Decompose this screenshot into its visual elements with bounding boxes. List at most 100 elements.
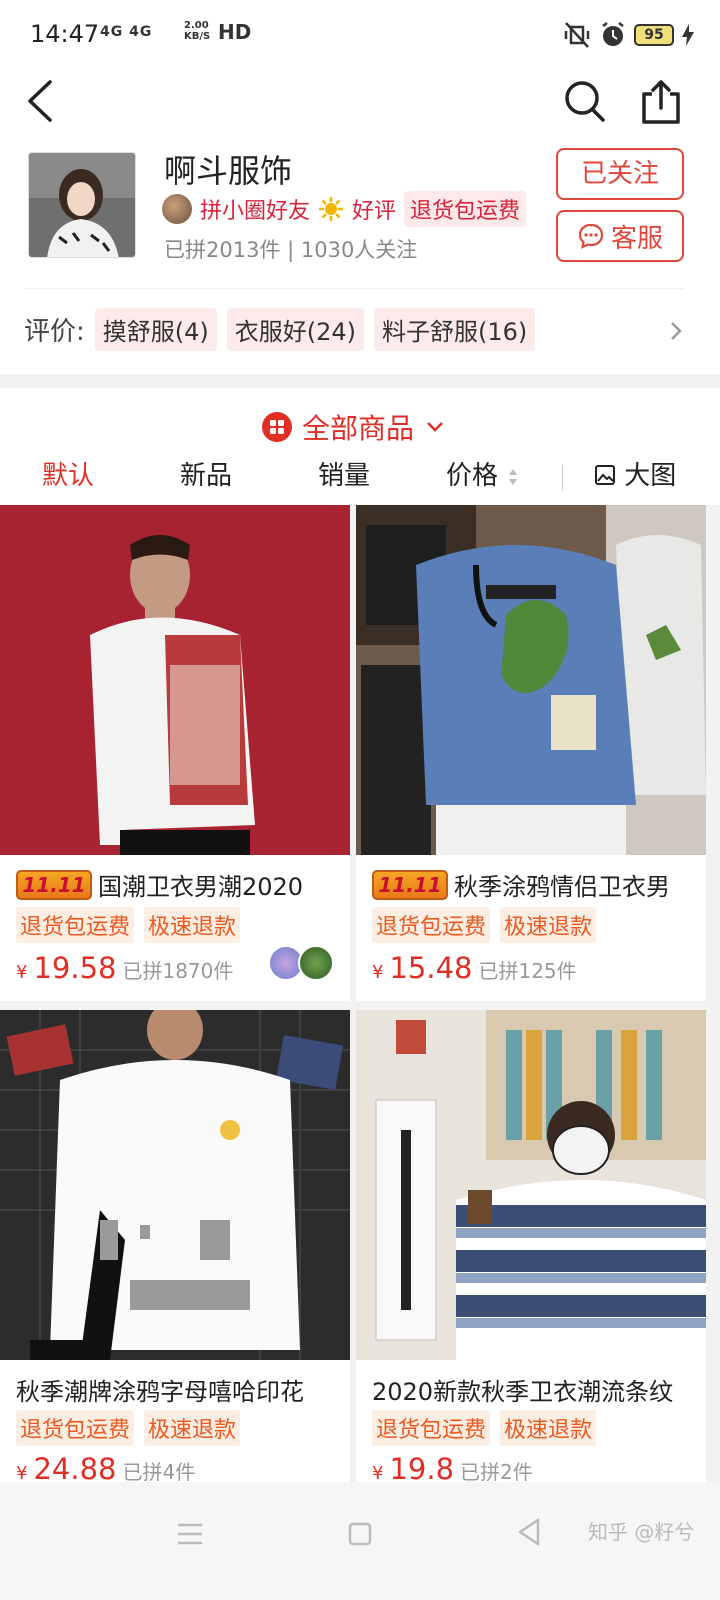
review-tag[interactable]: 摸舒服(4)	[94, 307, 217, 351]
product-tag: 极速退款	[500, 1410, 597, 1446]
recent-apps-button[interactable]	[170, 1514, 210, 1554]
all-products-label: 全部商品	[302, 412, 415, 445]
product-tag: 极速退款	[144, 907, 241, 943]
alarm-icon	[602, 22, 624, 46]
currency-symbol: ¥	[372, 962, 384, 983]
product-title-row[interactable]: 11.11 秋季涂鸦情侣卫衣男	[372, 867, 670, 902]
product-price-row: ¥ 15.48 已拼125件	[372, 951, 577, 985]
divider	[24, 288, 684, 289]
sold-count: 已拼2件	[460, 1460, 533, 1484]
back-button[interactable]	[20, 74, 70, 128]
watermark: 知乎 @籽兮	[588, 1520, 695, 1544]
product-title: 秋季涂鸦情侣卫衣男	[454, 873, 670, 901]
sort-new[interactable]: 新品	[180, 455, 232, 492]
product-title-row[interactable]: 秋季潮牌涂鸦字母嘻哈印花	[16, 1372, 304, 1407]
charging-icon	[682, 24, 694, 46]
product-tag: 极速退款	[144, 1410, 241, 1446]
sort-divider	[562, 465, 563, 491]
share-button[interactable]	[636, 74, 686, 128]
chevron-right-icon	[671, 322, 682, 340]
review-label: 评价:	[24, 316, 85, 347]
sort-sales[interactable]: 销量	[318, 455, 370, 492]
sort-default[interactable]: 默认	[42, 455, 94, 492]
chevron-down-icon	[427, 422, 443, 432]
product-title-row[interactable]: 2020新款秋季卫衣潮流条纹	[372, 1372, 673, 1407]
currency-symbol: ¥	[16, 1463, 28, 1484]
network-speed: 2.00 KB/S	[184, 20, 211, 42]
product-tags: 退货包运费 极速退款	[372, 1410, 597, 1446]
square-icon	[348, 1522, 372, 1546]
sort-price[interactable]: 价格	[446, 455, 520, 492]
product-image[interactable]	[356, 505, 706, 855]
product-price-row: ¥ 19.58 已拼1870件	[16, 951, 233, 985]
home-button[interactable]	[340, 1514, 380, 1554]
triangle-back-icon	[518, 1518, 540, 1546]
store-stats: 已拼2013件 | 1030人关注	[164, 238, 418, 262]
clock: 14:47	[30, 20, 100, 48]
product-price-row: ¥ 19.8 已拼2件	[372, 1452, 533, 1485]
chevron-left-icon	[28, 80, 52, 122]
search-button[interactable]	[560, 74, 610, 128]
product-price: 15.48	[389, 951, 473, 985]
follow-button[interactable]: 已关注	[556, 148, 684, 200]
review-tag[interactable]: 衣服好(24)	[226, 307, 365, 351]
product-card[interactable]: 11.11 国潮卫衣男潮2020 退货包运费 极速退款 ¥ 19.58 已拼18…	[0, 505, 350, 1001]
reviews-more-button[interactable]	[664, 316, 688, 346]
avatar-photo	[29, 153, 135, 257]
product-tags: 退货包运费 极速退款	[16, 1410, 241, 1446]
product-card[interactable]: 秋季潮牌涂鸦字母嘻哈印花 退货包运费 极速退款 ¥ 24.88 已拼4件	[0, 1010, 350, 1485]
store-avatar[interactable]	[28, 152, 136, 258]
all-products-dropdown[interactable]: 全部商品	[262, 406, 446, 448]
store-name: 啊斗服饰	[164, 152, 293, 190]
mute-vibrate-icon	[564, 22, 590, 48]
menu-icon	[178, 1523, 202, 1545]
product-title: 国潮卫衣男潮2020	[98, 873, 304, 901]
product-price-row: ¥ 24.88 已拼4件	[16, 1452, 195, 1485]
product-title: 秋季潮牌涂鸦字母嘻哈印花	[16, 1378, 304, 1406]
friend-avatar	[162, 194, 192, 224]
large-image-toggle[interactable]: 大图	[594, 455, 676, 492]
category-grid-icon	[262, 412, 292, 442]
product-title-row[interactable]: 11.11 国潮卫衣男潮2020	[16, 867, 303, 902]
product-title: 2020新款秋季卫衣潮流条纹	[372, 1378, 674, 1406]
product-image[interactable]	[0, 505, 350, 855]
sort-bar: 默认 新品 销量 价格 大图	[0, 455, 720, 501]
product-price: 24.88	[33, 1452, 117, 1485]
return-shipping-tag: 退货包运费	[404, 191, 527, 227]
product-card[interactable]: 2020新款秋季卫衣潮流条纹 退货包运费 极速退款 ¥ 19.8 已拼2件	[356, 1010, 706, 1485]
recent-buyers	[268, 945, 334, 981]
product-tag: 退货包运费	[372, 1410, 491, 1446]
image-icon	[595, 465, 615, 485]
promo-badge: 11.11	[16, 869, 92, 900]
status-bar: 14:47 4G 4G 2.00 KB/S HD 95	[0, 0, 720, 70]
section-separator	[0, 374, 720, 388]
system-back-button[interactable]	[510, 1512, 550, 1552]
store-badges: 拼小圈好友 好评 退货包运费	[162, 191, 527, 227]
hd-indicator: HD	[218, 20, 252, 44]
product-image[interactable]	[356, 1010, 706, 1360]
currency-symbol: ¥	[16, 962, 28, 983]
friend-badge: 拼小圈好友	[200, 199, 311, 224]
product-price: 19.8	[389, 1452, 455, 1485]
status-icons: 95	[562, 20, 694, 50]
battery-indicator: 95	[634, 24, 674, 46]
product-tags: 退货包运费 极速退款	[16, 907, 241, 943]
product-tag: 极速退款	[500, 907, 597, 943]
customer-service-label: 客服	[610, 223, 663, 254]
chat-icon	[578, 223, 604, 249]
system-nav-bar: 知乎 @籽兮	[0, 1482, 720, 1600]
product-image[interactable]	[0, 1010, 350, 1360]
share-icon	[642, 80, 680, 124]
review-tags[interactable]: 评价: 摸舒服(4) 衣服好(24) 料子舒服(16)	[24, 306, 536, 352]
customer-service-button[interactable]: 客服	[556, 210, 684, 262]
promo-badge: 11.11	[372, 869, 448, 900]
sun-icon	[319, 197, 344, 221]
product-card[interactable]: 11.11 秋季涂鸦情侣卫衣男 退货包运费 极速退款 ¥ 15.48 已拼125…	[356, 505, 706, 1001]
search-icon	[565, 81, 605, 122]
product-tag: 退货包运费	[372, 907, 491, 943]
good-review-badge: 好评	[352, 199, 397, 224]
sold-count: 已拼1870件	[122, 959, 234, 983]
review-tag[interactable]: 料子舒服(16)	[374, 307, 536, 351]
sold-count: 已拼125件	[478, 959, 577, 983]
product-tags: 退货包运费 极速退款	[372, 907, 597, 943]
